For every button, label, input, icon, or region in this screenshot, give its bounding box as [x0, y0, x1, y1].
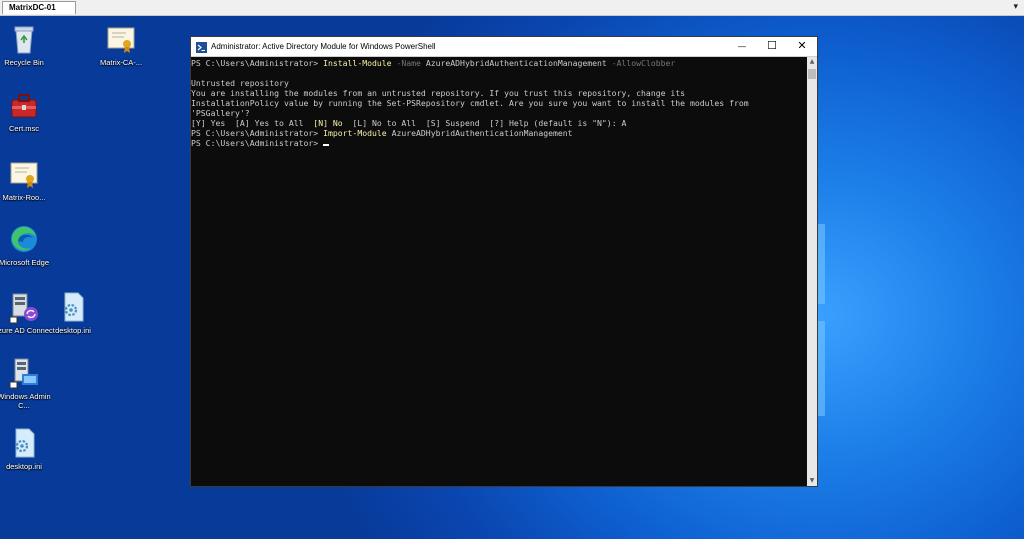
console-line: [Y] Yes [A] Yes to All [N] No [L] No to … [191, 118, 807, 128]
desktop-icon-recycle-bin[interactable]: Recycle Bin [0, 22, 55, 67]
session-menu-chevron-icon[interactable]: ▾ [1013, 0, 1018, 14]
powershell-icon [196, 41, 207, 53]
scroll-down-icon[interactable]: ▼ [807, 476, 817, 486]
powershell-window[interactable]: Administrator: Active Directory Module f… [190, 36, 818, 487]
choice-text: [Y] Yes [A] Yes to All [191, 118, 314, 128]
wallpaper-beam [818, 321, 825, 416]
console-line: PS C:\Users\Administrator> [191, 138, 807, 148]
cmdlet-text: Install-Module [323, 58, 392, 68]
vertical-scrollbar[interactable]: ▲ ▼ [807, 57, 817, 486]
desktop-icon-label: desktop.ini [55, 326, 91, 335]
edge-icon [7, 222, 41, 256]
argument-text: AzureADHybridAuthenticationManagement [386, 128, 573, 138]
certificate-icon [7, 157, 41, 191]
prompt: PS C:\Users\Administrator> [191, 138, 324, 148]
desktop-icon-label: Matrix-Roo... [2, 193, 46, 202]
scrollbar-thumb[interactable] [808, 69, 816, 79]
minimize-button[interactable]: — [727, 37, 757, 56]
console-line: 'PSGallery'? [191, 108, 250, 118]
recycle-bin-icon [7, 22, 41, 56]
window-title: Administrator: Active Directory Module f… [211, 42, 436, 51]
desktop-icon-desktop-ini[interactable]: desktop.ini [42, 290, 104, 335]
toolbox-icon [7, 88, 41, 122]
console-line: InstallationPolicy value by running the … [191, 98, 749, 108]
choice-text: [L] No to All [S] Suspend [?] Help (defa… [342, 118, 627, 128]
desktop-icon-label: Cert.msc [9, 124, 39, 133]
settings-file-icon [56, 290, 90, 324]
desktop-icon-label: Windows Admin C... [0, 392, 51, 410]
desktop-icon-label: Recycle Bin [4, 58, 44, 67]
desktop-icon-matrix-ca[interactable]: Matrix-CA-... [90, 22, 152, 67]
desktop-icon-label: desktop.ini [6, 462, 42, 471]
prompt: PS C:\Users\Administrator> [191, 58, 324, 68]
settings-file-icon [7, 426, 41, 460]
desktop-icon-label: Microsoft Edge [0, 258, 50, 267]
azure-ad-connect-icon [7, 290, 41, 324]
cmdlet-text: Import-Module [323, 128, 387, 138]
desktop-icon-cert-msc[interactable]: Cert.msc [0, 88, 55, 133]
certificate-icon [104, 22, 138, 56]
desktop-icon-label: Matrix-CA-... [99, 58, 143, 67]
scroll-up-icon[interactable]: ▲ [807, 57, 817, 67]
desktop-icon-windows-admin-center[interactable]: Windows Admin C... [0, 356, 55, 410]
console-line: PS C:\Users\Administrator> Import-Module… [191, 128, 807, 138]
close-button[interactable]: ✕ [787, 37, 817, 56]
argument-text: AzureADHybridAuthenticationManagement [420, 58, 607, 68]
console-line: You are installing the modules from an u… [191, 88, 686, 98]
parameter-text: -AllowClobber [606, 58, 676, 68]
maximize-button[interactable]: ☐ [757, 37, 787, 56]
remote-session-tab[interactable]: MatrixDC-01 [2, 1, 76, 14]
prompt: PS C:\Users\Administrator> [191, 128, 324, 138]
windows-admin-center-icon [7, 356, 41, 390]
text-cursor [323, 144, 330, 146]
default-choice-text: [N] No [313, 118, 343, 128]
wallpaper-beam [818, 224, 825, 304]
desktop-icon-microsoft-edge[interactable]: Microsoft Edge [0, 222, 55, 267]
console-line: Untrusted repository [191, 78, 289, 88]
console-output[interactable]: PS C:\Users\Administrator> Install-Modul… [191, 57, 807, 486]
window-title-bar[interactable]: Administrator: Active Directory Module f… [191, 37, 817, 57]
console-line: PS C:\Users\Administrator> Install-Modul… [191, 58, 807, 68]
desktop-icon-desktop-ini[interactable]: desktop.ini [0, 426, 55, 471]
desktop-icon-matrix-root[interactable]: Matrix-Roo... [0, 157, 55, 202]
parameter-text: -Name [391, 58, 421, 68]
remote-session-tab-bar: MatrixDC-01 ▾ [0, 0, 1024, 16]
